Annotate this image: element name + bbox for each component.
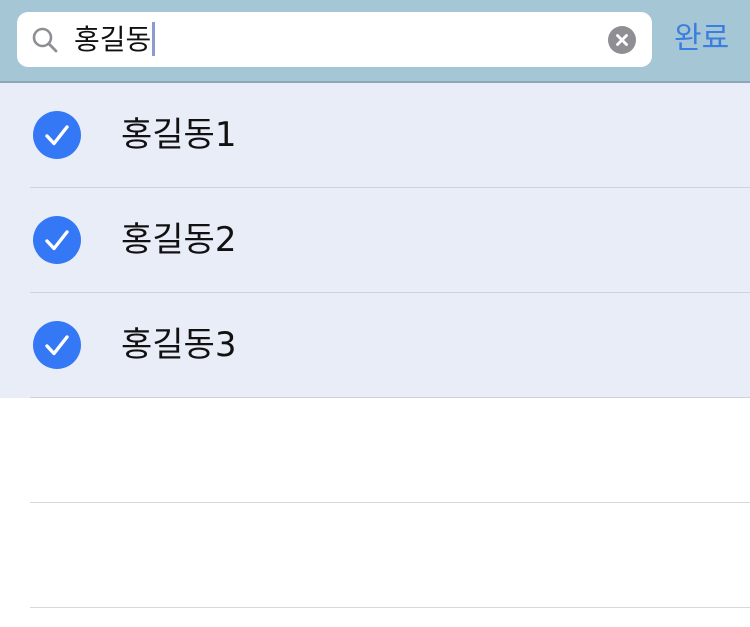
row-divider: [30, 607, 750, 608]
search-icon: [32, 27, 58, 53]
search-field[interactable]: 홍길동: [17, 12, 652, 67]
text-caret: [152, 22, 156, 56]
list-item[interactable]: 홍길동1: [0, 83, 750, 188]
list-item[interactable]: 홍길동2: [0, 188, 750, 293]
empty-row: [0, 398, 750, 503]
results-list: 홍길동1 홍길동2 홍길동3: [0, 83, 750, 608]
checkmark-circle-icon[interactable]: [33, 216, 81, 264]
clear-search-button[interactable]: [608, 26, 636, 54]
clear-icon: [616, 34, 628, 46]
list-item[interactable]: 홍길동3: [0, 293, 750, 398]
search-query-text: 홍길동: [74, 23, 152, 56]
search-bar: 홍길동 완료: [0, 0, 750, 83]
checkmark-circle-icon[interactable]: [33, 321, 81, 369]
done-button[interactable]: 완료: [674, 0, 729, 77]
search-input[interactable]: 홍길동: [74, 12, 156, 67]
list-item-label: 홍길동3: [121, 325, 237, 365]
list-item-label: 홍길동2: [121, 220, 237, 260]
list-item-label: 홍길동1: [121, 115, 237, 155]
empty-row: [0, 503, 750, 608]
checkmark-circle-icon[interactable]: [33, 111, 81, 159]
